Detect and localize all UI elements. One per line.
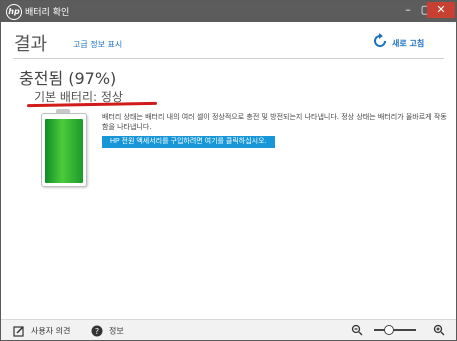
feedback-label: 사용자 의견 <box>31 326 71 336</box>
info-icon: ? <box>91 325 103 337</box>
battery-icon <box>41 113 87 187</box>
window-title: 배터리 확인 <box>25 8 70 18</box>
battery-description: 배터리 상태는 배터리 내의 여러 셀이 정상적으로 충전 및 방전되는지 나타… <box>102 113 447 131</box>
show-advanced-link[interactable]: 고급 정보 표시 <box>73 39 122 50</box>
battery-charge-fill <box>45 119 83 183</box>
feedback-button[interactable]: 사용자 의견 <box>13 325 70 337</box>
feedback-icon <box>13 326 24 337</box>
footer-bar: 사용자 의견 ? 정보 <box>1 319 456 340</box>
info-button[interactable]: ? 정보 <box>91 325 124 337</box>
refresh-label: 새로 고침 <box>392 39 425 48</box>
hp-accessories-button[interactable]: HP 전원 액세서리를 구입하려면 여기를 클릭하십시오. <box>102 136 275 148</box>
close-icon[interactable]: ✕ <box>427 2 455 18</box>
svg-text:?: ? <box>95 327 99 336</box>
zoom-slider-thumb[interactable] <box>384 325 394 335</box>
zoom-slider[interactable] <box>374 329 416 331</box>
zoom-in-icon[interactable] <box>433 324 445 336</box>
title-bar: hp 배터리 확인 – ▢ ✕ <box>1 1 456 22</box>
refresh-button[interactable]: 새로 고침 <box>372 33 442 51</box>
zoom-out-icon[interactable] <box>351 324 363 336</box>
battery-check-window: hp 배터리 확인 – ▢ ✕ 결과 고급 정보 표시 새로 고침 충전됨 (9… <box>0 0 457 341</box>
header-divider <box>13 58 444 59</box>
header: 결과 고급 정보 표시 새로 고침 <box>1 22 456 62</box>
minimize-icon[interactable]: – <box>399 2 417 18</box>
hp-logo: hp <box>6 4 22 20</box>
page-title: 결과 <box>14 34 48 55</box>
charge-status: 충전됨 (97%) <box>19 69 117 88</box>
info-label: 정보 <box>109 326 124 336</box>
refresh-icon <box>374 33 386 47</box>
